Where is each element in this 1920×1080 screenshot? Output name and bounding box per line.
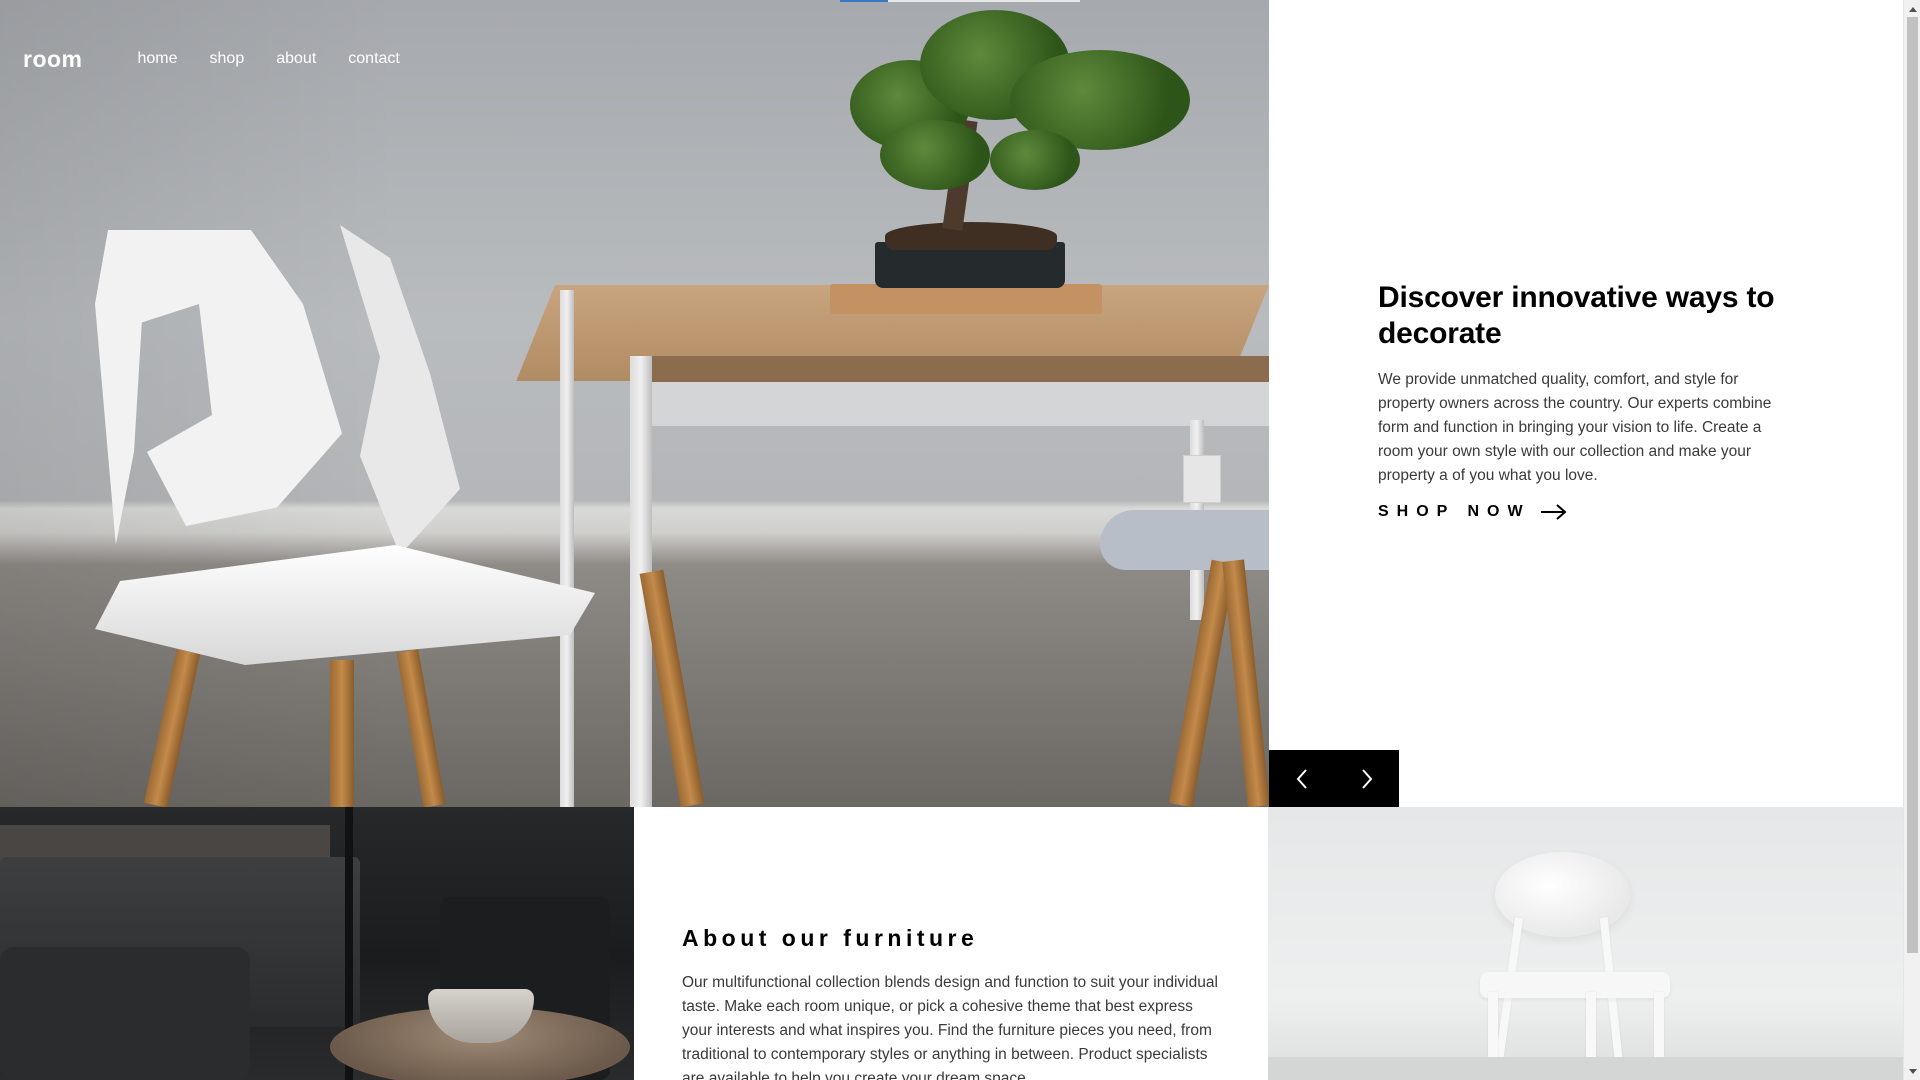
page: room home shop about contact Discover in… — [0, 0, 1903, 1080]
plant-tray — [830, 284, 1102, 314]
previous-slide-button[interactable] — [1269, 750, 1334, 807]
hero-description: We provide unmatched quality, comfort, a… — [1378, 371, 1772, 484]
shop-now-link[interactable]: SHOP NOW — [1378, 503, 1567, 521]
plant-foliage — [990, 130, 1080, 190]
chair-leg — [396, 649, 446, 807]
slide-indicator — [840, 0, 1080, 2]
scroll-thumb[interactable] — [1907, 17, 1918, 953]
table-leg — [560, 290, 574, 807]
logo[interactable]: room — [23, 46, 83, 73]
chevron-left-icon — [1296, 768, 1307, 789]
arrow-right-icon — [1540, 504, 1567, 520]
plant-foliage — [880, 120, 990, 190]
site-header: room home shop about contact — [23, 44, 400, 74]
nav-contact[interactable]: contact — [348, 50, 400, 68]
wall-switch — [1183, 455, 1221, 503]
page-scrollbar[interactable] — [1903, 0, 1920, 1080]
caret-down-icon — [1908, 1068, 1917, 1074]
armchair — [0, 947, 250, 1080]
chevron-right-icon — [1361, 768, 1372, 789]
next-slide-button[interactable] — [1334, 750, 1399, 807]
scroll-down-arrow[interactable] — [1904, 1063, 1920, 1080]
table-edge — [648, 356, 1269, 382]
slide-indicator-active — [840, 0, 888, 2]
chair-leg — [330, 660, 354, 807]
floor — [1268, 1057, 1903, 1080]
slider-controls — [1269, 750, 1399, 807]
about-section: About our furniture Our multifunctional … — [634, 807, 1268, 1080]
about-description: Our multifunctional collection blends de… — [682, 974, 1218, 1080]
about-image-light — [1268, 807, 1903, 1080]
table-frame — [648, 382, 1269, 426]
nav-shop[interactable]: shop — [210, 50, 245, 68]
plant-soil — [885, 222, 1057, 250]
hero-panel: Discover innovative ways to decorate We … — [1269, 0, 1903, 807]
about-title: About our furniture — [682, 925, 979, 951]
nav-about[interactable]: about — [276, 50, 316, 68]
nav-home[interactable]: home — [138, 50, 178, 68]
about-image-dark — [0, 807, 634, 1080]
main-nav: home shop about contact — [138, 50, 400, 68]
hero-image — [0, 0, 1269, 807]
scroll-up-arrow[interactable] — [1904, 0, 1920, 17]
hero-title: Discover innovative ways to decorate — [1378, 281, 1775, 350]
shop-now-label: SHOP NOW — [1378, 503, 1531, 520]
chair-leg — [1222, 559, 1269, 807]
chair-seat — [1480, 972, 1670, 998]
caret-up-icon — [1908, 6, 1917, 12]
